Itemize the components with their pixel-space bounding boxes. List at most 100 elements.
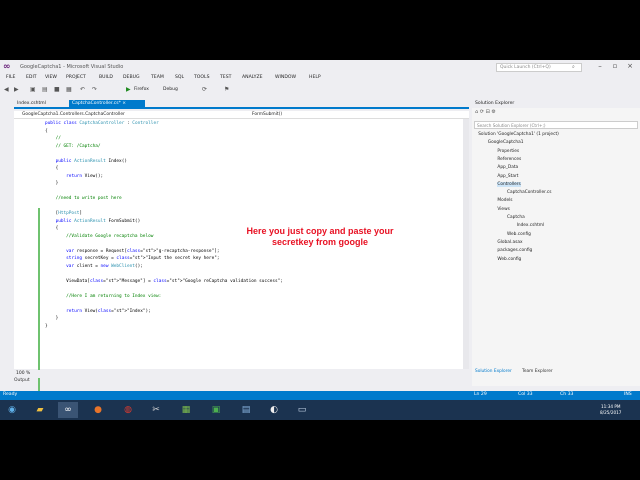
excel-icon[interactable]: ▣ [206,402,226,418]
menu-edit[interactable]: EDIT [26,75,37,80]
editor-footer: 100 % [14,370,469,378]
code-line: { [45,166,59,171]
clock-date: 8/25/2017 [600,410,622,415]
tab-captcha-controller[interactable]: CaptchaController.cs* × [69,100,145,108]
home-icon[interactable]: ⌂ [475,109,478,115]
class-dropdown[interactable]: GoogleCaptcha1.Controllers.CaptchaContro… [22,112,125,117]
tab-close-icon[interactable]: × [122,101,126,106]
tree-item[interactable]: GoogleCaptcha1 [488,140,524,145]
chrome-icon[interactable]: ◍ [118,402,138,418]
save-icon[interactable]: ■ [54,86,60,93]
menu-tools[interactable]: TOOLS [194,75,210,80]
config-dropdown[interactable]: Debug [163,87,178,92]
tree-item[interactable]: CaptchaController.cs [507,190,551,195]
title-bar: ∞ GoogleCaptcha1 - Microsoft Visual Stud… [0,60,640,74]
browser-link-icon[interactable]: ⟳ [202,86,207,93]
forward-icon[interactable]: ▶ [14,86,19,93]
screen: ∞ GoogleCaptcha1 - Microsoft Visual Stud… [0,0,640,480]
tree-item[interactable]: Controllers [497,181,521,187]
tab-team-explorer[interactable]: Team Explorer [522,369,553,374]
editor-scrollbar[interactable] [463,119,469,369]
maximize-button[interactable]: ▫ [609,62,621,70]
code-line: [HttpPost] [45,211,83,216]
properties-icon[interactable]: ⚙ [491,109,495,115]
tree-item[interactable]: Index.cshtml [517,223,545,228]
output-tab[interactable]: Output [14,378,30,383]
quick-launch-input[interactable]: Quick Launch (Ctrl+Q) [496,63,582,72]
open-icon[interactable]: ▤ [42,86,48,93]
window-title: GoogleCaptcha1 - Microsoft Visual Studio [20,64,124,70]
tab-solution-explorer[interactable]: Solution Explorer [475,369,512,374]
sql-icon[interactable]: ▦ [176,402,196,418]
menu-team[interactable]: TEAM [151,75,164,80]
tab-index-cshtml[interactable]: Index.cshtml [14,100,49,108]
tree-item[interactable]: Global.asax [497,240,522,245]
clock[interactable]: 11:34 PM 8/25/2017 [600,404,621,416]
browser-dropdown[interactable]: Firefox [134,87,149,92]
menu-project[interactable]: PROJECT [66,75,86,80]
menu-file[interactable]: FILE [6,75,15,80]
tree-item[interactable]: References [497,157,521,162]
status-bar: Ready Ln 29 Col 33 Ch 33 INS [0,391,640,400]
tree-item[interactable]: Captcha [507,215,525,220]
status-line: Ln 29 [474,392,487,397]
menu-window[interactable]: WINDOW [275,75,296,80]
code-line: //need to write post here [45,196,122,201]
undo-icon[interactable]: ↶ [80,86,85,93]
tutorial-overlay-text: Here you just copy and paste your secret… [246,226,394,247]
menu-debug[interactable]: DEBUG [123,75,140,80]
tools-icon[interactable]: ✂ [146,402,166,418]
search-icon: ⌕ [572,64,575,70]
start-debug-icon[interactable]: ▶ [126,86,131,93]
code-line: } [45,323,48,329]
code-line: //Here I am returning to Index view: [45,293,162,299]
start-button-icon[interactable]: ◉ [2,402,22,418]
tree-item[interactable]: Properties [497,149,519,154]
camtasia-icon[interactable]: ◐ [264,402,284,418]
code-line: //Validate Google recaptcha below [45,233,154,239]
code-line: { [45,226,59,231]
collapse-icon[interactable]: ⊟ [486,109,490,115]
menu-test[interactable]: TEST [220,75,231,80]
code-line: } [45,316,59,321]
close-button[interactable]: × [624,62,636,70]
left-tool-strip [0,100,12,380]
network-icon[interactable]: ▤ [236,402,256,418]
tree-item[interactable]: App_Data [497,165,518,170]
zoom-level[interactable]: 100 % [16,371,30,376]
menu-sql[interactable]: SQL [175,75,184,80]
tree-item[interactable]: Web.config [497,257,521,262]
explorer-tabs: Solution Explorer Team Explorer [472,368,640,376]
redo-icon[interactable]: ↷ [92,86,97,93]
menu-build[interactable]: BUILD [99,75,113,80]
minimize-button[interactable]: – [594,62,606,70]
menu-bar: FILE EDIT VIEW PROJECT BUILD DEBUG TEAM … [0,75,640,84]
tree-item[interactable]: App_Start [497,174,518,179]
vs-logo-icon: ∞ [3,62,11,72]
menu-view[interactable]: VIEW [45,75,57,80]
status-text: Ready [3,392,18,397]
bookmark-icon[interactable]: ⚑ [224,86,229,93]
window-icon[interactable]: ▭ [292,402,312,418]
explorer-icon[interactable]: ▰ [30,402,50,418]
status-ch: Ch 33 [560,392,574,397]
visual-studio-taskbar-icon[interactable]: ∞ [58,402,78,418]
back-icon[interactable]: ◀ [4,86,9,93]
tree-item[interactable]: packages.config [497,248,532,253]
code-line: return View(); [66,173,104,179]
menu-analyze[interactable]: ANALYZE [242,75,263,80]
solution-search-input[interactable]: Search Solution Explorer (Ctrl+;) [474,121,638,129]
refresh-icon[interactable]: ⟳ [480,109,484,115]
firefox-icon[interactable]: ● [88,402,108,418]
tree-item[interactable]: Views [497,207,509,212]
tree-item[interactable]: Web.config [507,232,531,237]
code-line: public ActionResult FormSubmit() [55,218,141,224]
tree-item[interactable]: Models [497,198,512,203]
menu-help[interactable]: HELP [309,75,321,80]
member-dropdown[interactable]: FormSubmit() [252,112,282,117]
tree-item[interactable]: Solution 'GoogleCaptcha1' (1 project) [478,132,559,137]
new-project-icon[interactable]: ▣ [30,86,36,93]
code-line: { [45,128,48,134]
save-all-icon[interactable]: ▦ [66,86,72,93]
toolbar: ◀ ▶ ▣ ▤ ■ ▦ ↶ ↷ ▶ Firefox Debug ⟳ ⚑ [0,85,465,95]
